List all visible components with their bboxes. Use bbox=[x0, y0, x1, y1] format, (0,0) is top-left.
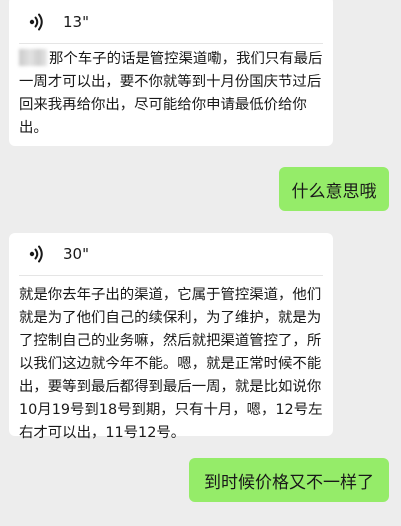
voice-duration-3: 30" bbox=[63, 245, 89, 263]
voice-transcript-3: 就是你去年子出的渠道，它属于管控渠道，他们就是为了他们自己的续保利，为了维护，就… bbox=[19, 287, 323, 441]
redacted-mask bbox=[19, 49, 47, 66]
voice-transcript-1: 那个车子的话是管控渠道嘞，我们只有最后一周才可以出，要不你就等到十月份国庆节过后… bbox=[19, 48, 325, 140]
voice-header-3[interactable]: 30" bbox=[9, 242, 109, 266]
message-text-2: 什么意思哦 bbox=[291, 181, 377, 202]
voice-header-1[interactable]: 13" bbox=[9, 10, 109, 34]
transcript-text-1: 那个车子的话是管控渠道嘞，我们只有最后一周才可以出，要不你就等到十月份国庆节过后… bbox=[19, 51, 323, 136]
voice-message-3[interactable]: 30" 就是你去年子出的渠道，它属于管控渠道，他们就是为了他们自己的续保利，为了… bbox=[9, 233, 333, 441]
voice-duration-1: 13" bbox=[63, 13, 89, 31]
voice-wave-icon bbox=[29, 13, 45, 31]
text-message-4[interactable]: 到时候价格又不一样了 bbox=[189, 458, 389, 502]
transcript-divider-1 bbox=[19, 43, 323, 44]
voice-message-1[interactable]: 13" 那个车子的话是管控渠道嘞，我们只有最后一周才可以出，要不你就等到十月份国… bbox=[9, 0, 333, 146]
voice-wave-icon bbox=[29, 245, 45, 263]
text-message-2[interactable]: 什么意思哦 bbox=[279, 167, 389, 211]
transcript-divider-3 bbox=[19, 275, 323, 276]
message-text-4: 到时候价格又不一样了 bbox=[204, 472, 374, 493]
